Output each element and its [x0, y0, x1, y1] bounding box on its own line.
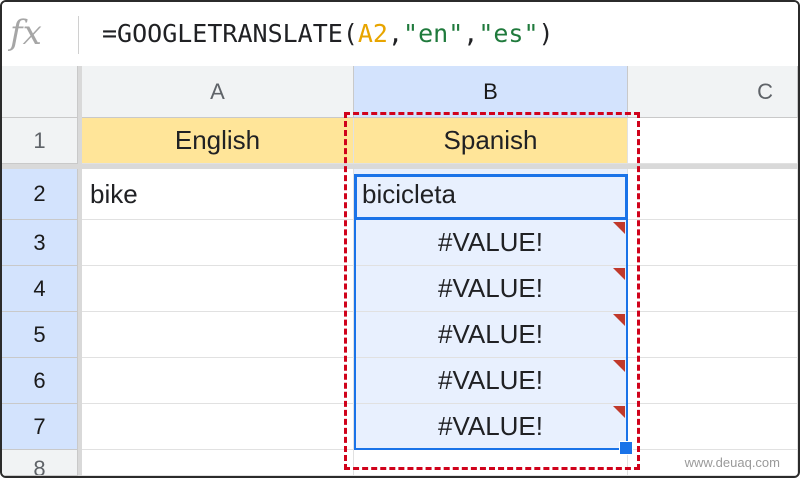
cell-a6[interactable] [82, 358, 354, 404]
cell-b2[interactable]: bicicleta [354, 169, 628, 220]
fill-handle[interactable] [619, 441, 633, 455]
cell-c6[interactable] [628, 358, 798, 404]
row-header-3[interactable]: 3 [2, 220, 78, 266]
formula-target-language: "es" [478, 19, 539, 48]
cell-a4[interactable] [82, 266, 354, 312]
cell-value: #VALUE! [437, 365, 543, 395]
error-indicator-icon[interactable] [613, 222, 625, 234]
cell-c1[interactable] [628, 118, 798, 164]
spreadsheet-window: fx =GOOGLETRANSLATE(A2,"en","es") A B C … [0, 0, 800, 478]
formula-separator: , [387, 19, 404, 48]
cell-value: #VALUE! [437, 319, 543, 349]
cell-c5[interactable] [628, 312, 798, 358]
formula-bar-divider [78, 16, 79, 54]
error-indicator-icon[interactable] [613, 360, 625, 372]
cell-b5[interactable]: #VALUE! [354, 312, 628, 358]
cell-a2[interactable]: bike [82, 169, 354, 220]
row-header-7[interactable]: 7 [2, 404, 78, 450]
cell-a8[interactable] [82, 450, 354, 476]
row-header-4[interactable]: 4 [2, 266, 78, 312]
cell-c2[interactable] [628, 169, 798, 220]
row-header-5[interactable]: 5 [2, 312, 78, 358]
error-indicator-icon[interactable] [613, 268, 625, 280]
cell-value: #VALUE! [437, 227, 543, 257]
cell-b7[interactable]: #VALUE! [354, 404, 628, 450]
cell-b4[interactable]: #VALUE! [354, 266, 628, 312]
cell-a3[interactable] [82, 220, 354, 266]
error-indicator-icon[interactable] [613, 406, 625, 418]
error-indicator-icon[interactable] [613, 314, 625, 326]
cell-c4[interactable] [628, 266, 798, 312]
cell-c7[interactable] [628, 404, 798, 450]
frozen-column-divider[interactable] [78, 66, 82, 476]
cell-b6[interactable]: #VALUE! [354, 358, 628, 404]
formula-bar[interactable]: fx =GOOGLETRANSLATE(A2,"en","es") [2, 2, 798, 67]
cell-value: #VALUE! [437, 273, 543, 303]
row-header-2[interactable]: 2 [2, 169, 78, 220]
cell-c3[interactable] [628, 220, 798, 266]
fx-icon: fx [10, 13, 42, 53]
select-all-corner[interactable] [2, 66, 78, 118]
column-header-a[interactable]: A [82, 66, 354, 118]
frozen-row-divider[interactable] [2, 164, 798, 169]
cell-b1[interactable]: Spanish [354, 118, 628, 164]
cell-b3[interactable]: #VALUE! [354, 220, 628, 266]
formula-input[interactable]: =GOOGLETRANSLATE(A2,"en","es") [102, 16, 554, 52]
column-header-b[interactable]: B [354, 66, 628, 118]
cell-a5[interactable] [82, 312, 354, 358]
formula-separator: , [463, 19, 479, 48]
cell-a7[interactable] [82, 404, 354, 450]
column-header-c[interactable]: C [628, 66, 798, 118]
formula-source-language: "en" [403, 19, 464, 48]
row-header-1[interactable]: 1 [2, 118, 78, 164]
formula-function: =GOOGLETRANSLATE( [102, 19, 358, 48]
watermark: www.deuaq.com [684, 455, 780, 470]
row-header-8[interactable]: 8 [2, 450, 78, 476]
cell-a1[interactable]: English [82, 118, 354, 164]
cell-value: #VALUE! [437, 411, 543, 441]
formula-cell-reference: A2 [357, 19, 388, 48]
formula-close-paren: ) [538, 19, 554, 48]
cell-b8[interactable] [354, 450, 628, 476]
row-header-6[interactable]: 6 [2, 358, 78, 404]
